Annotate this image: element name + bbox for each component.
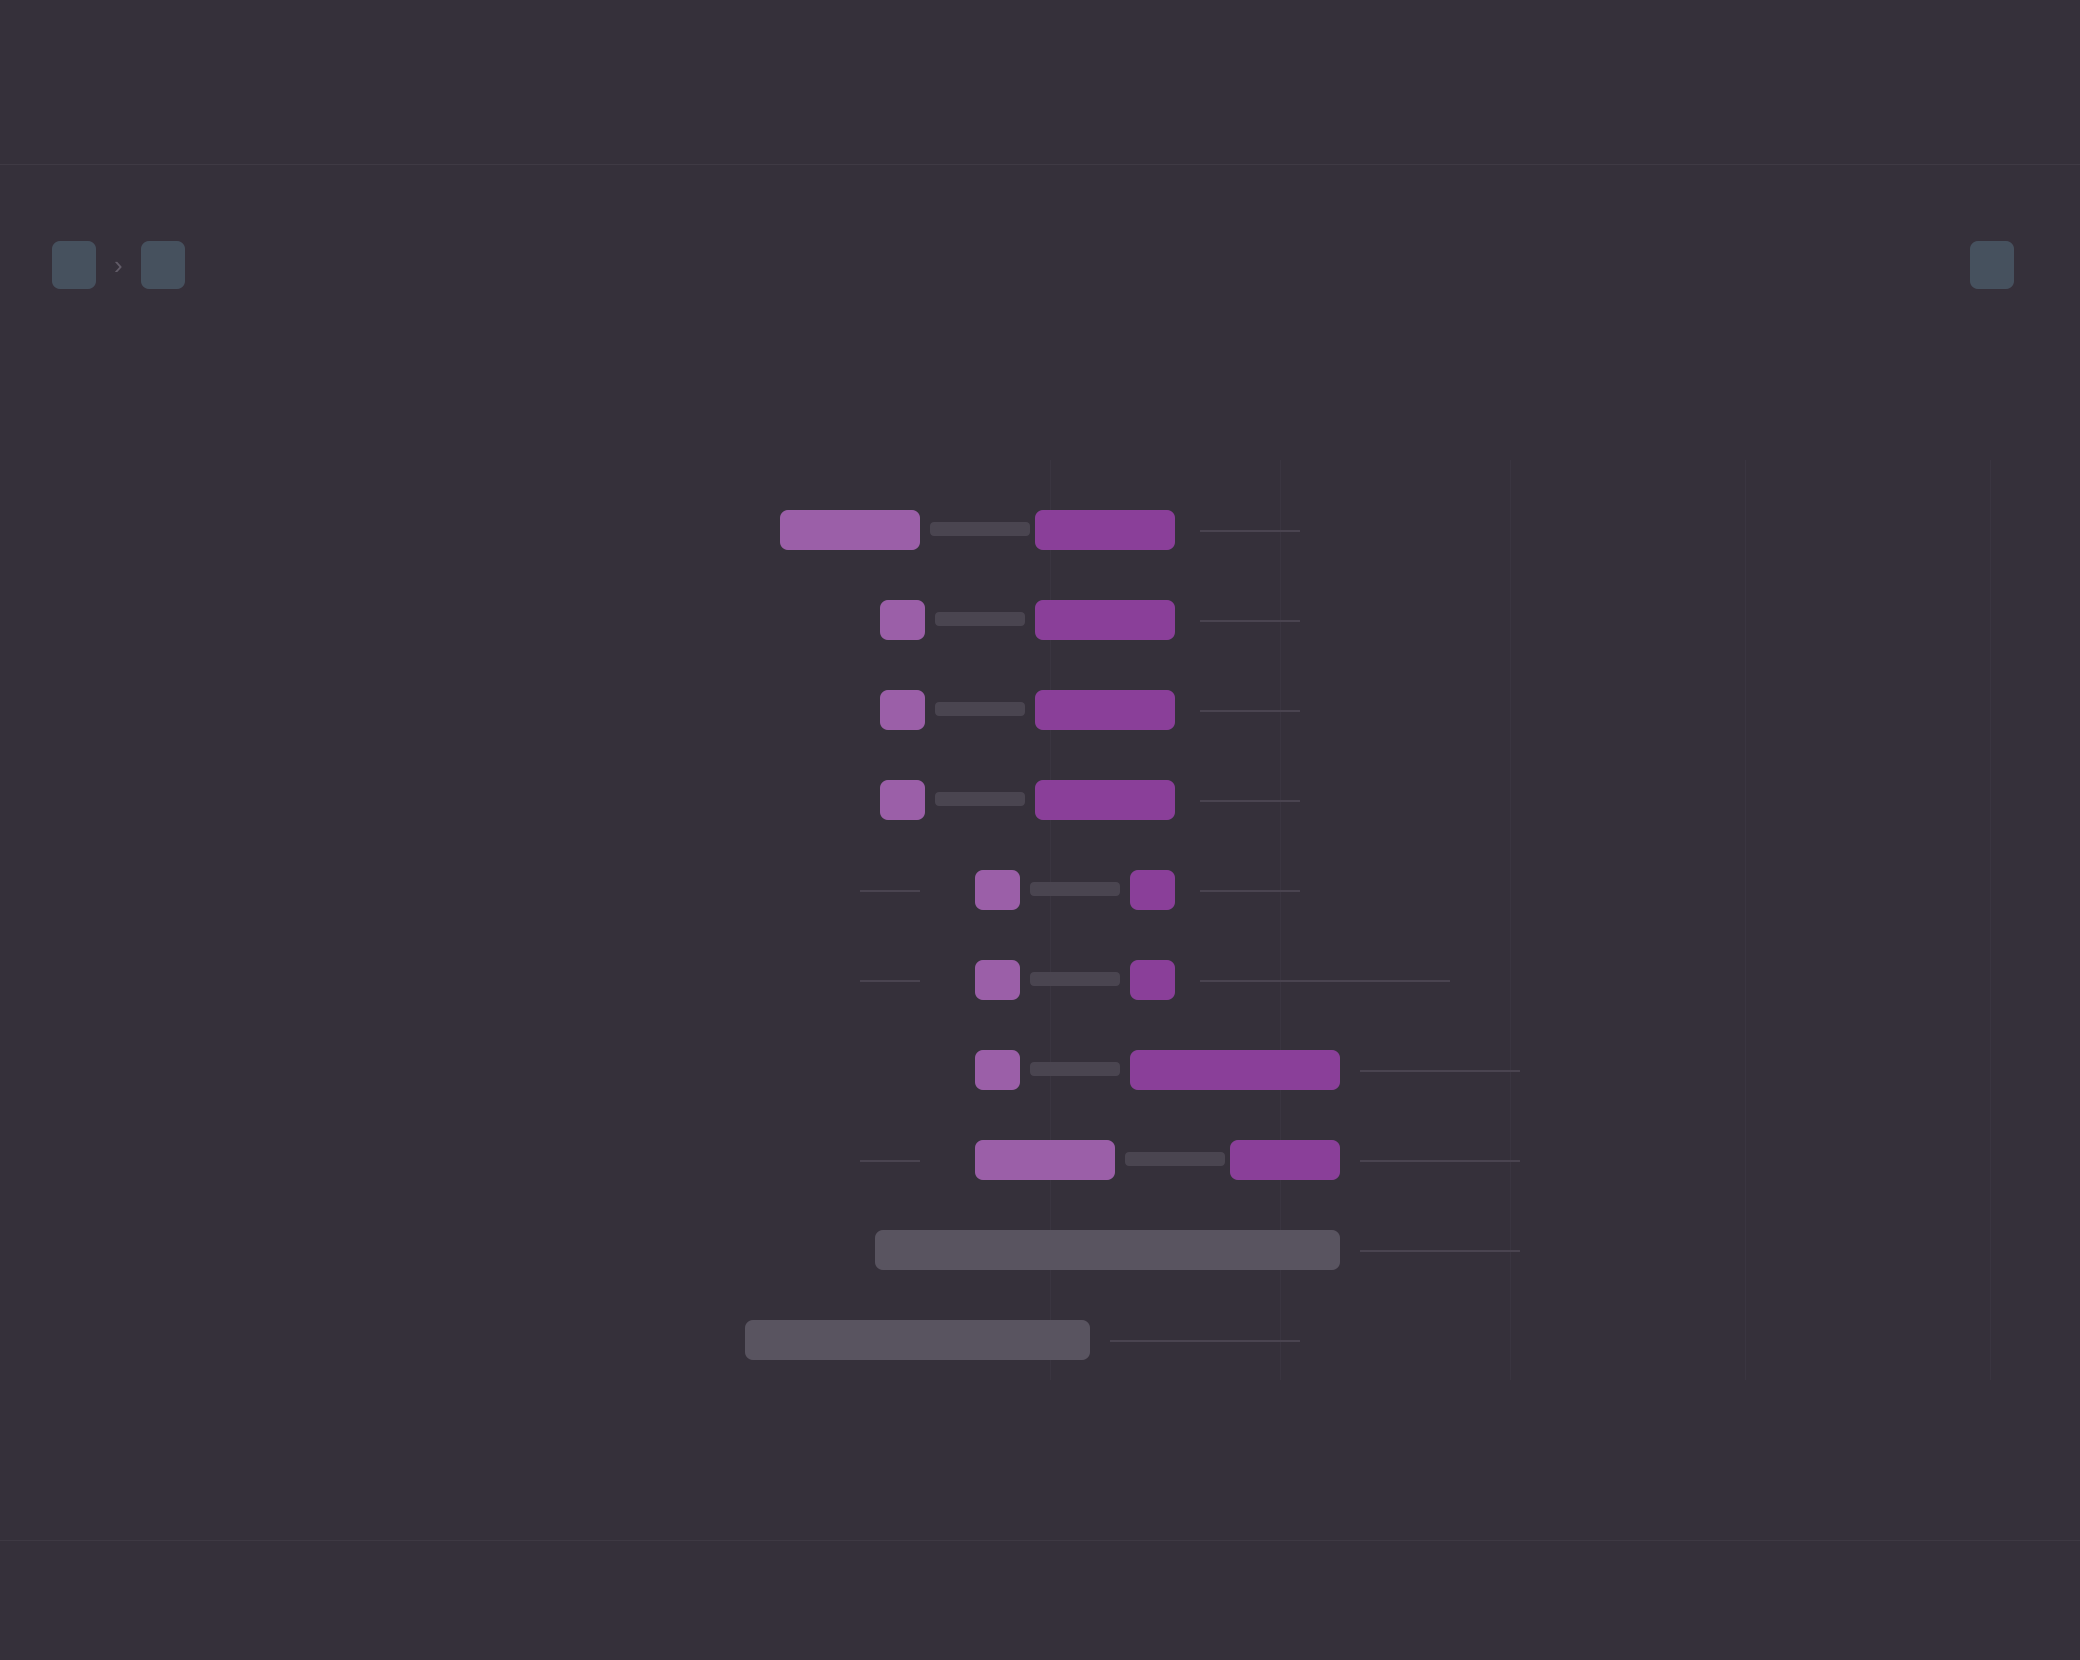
segment-bar[interactable] bbox=[1035, 510, 1175, 550]
segment-gap bbox=[930, 522, 1030, 536]
row-connector bbox=[1200, 890, 1300, 892]
timeline-row[interactable] bbox=[0, 500, 2080, 560]
row-connector bbox=[1110, 1340, 1300, 1342]
segment-bar[interactable] bbox=[875, 1230, 1340, 1270]
segment-gap bbox=[1030, 1062, 1120, 1076]
row-leader bbox=[860, 1160, 920, 1162]
timeline-row[interactable] bbox=[0, 860, 2080, 920]
timeline-row[interactable] bbox=[0, 1040, 2080, 1100]
row-connector bbox=[1360, 1160, 1520, 1162]
row-connector bbox=[1200, 620, 1300, 622]
row-leader bbox=[860, 980, 920, 982]
chevron-right-icon: › bbox=[114, 249, 123, 280]
timeline-row[interactable] bbox=[0, 1130, 2080, 1190]
app-header bbox=[0, 0, 2080, 165]
summary-bar[interactable] bbox=[745, 1320, 1090, 1360]
segment-gap bbox=[1030, 882, 1120, 896]
segment-bar[interactable] bbox=[880, 780, 925, 820]
row-connector bbox=[1200, 980, 1450, 982]
timeline-chart bbox=[0, 400, 2080, 1460]
segment-bar[interactable] bbox=[975, 1140, 1115, 1180]
toolbar: › bbox=[0, 230, 2080, 300]
timeline-row[interactable] bbox=[0, 590, 2080, 650]
segment-bar[interactable] bbox=[1035, 600, 1175, 640]
segment-gap bbox=[1125, 1152, 1225, 1166]
bottom-axis bbox=[0, 1390, 2080, 1426]
segment-bar[interactable] bbox=[1130, 960, 1175, 1000]
secondary-filter-pill[interactable] bbox=[140, 241, 185, 289]
toolbar-right bbox=[1954, 230, 2030, 300]
segment-bar[interactable] bbox=[975, 870, 1020, 910]
primary-filter-pill[interactable] bbox=[52, 241, 96, 289]
timeline-row[interactable] bbox=[0, 1220, 2080, 1280]
segment-bar[interactable] bbox=[880, 690, 925, 730]
segment-gap bbox=[1030, 972, 1120, 986]
timeline-row[interactable] bbox=[0, 680, 2080, 740]
segment-bar[interactable] bbox=[880, 600, 925, 640]
toolbar-left: › bbox=[52, 230, 203, 300]
segment-bar[interactable] bbox=[975, 1050, 1020, 1090]
footer-right bbox=[1990, 1567, 2030, 1623]
view-mode-pill[interactable] bbox=[1970, 241, 2014, 289]
segment-bar[interactable] bbox=[1130, 1050, 1340, 1090]
timeline-row[interactable] bbox=[0, 770, 2080, 830]
segment-bar[interactable] bbox=[1035, 690, 1175, 730]
top-axis bbox=[0, 420, 2080, 456]
row-connector bbox=[1200, 530, 1300, 532]
row-connector bbox=[1200, 800, 1300, 802]
segment-bar[interactable] bbox=[975, 960, 1020, 1000]
segment-gap bbox=[935, 792, 1025, 806]
status-footer bbox=[0, 1540, 2080, 1650]
segment-bar[interactable] bbox=[1230, 1140, 1340, 1180]
footer-left bbox=[42, 1567, 202, 1623]
segment-bar[interactable] bbox=[1130, 870, 1175, 910]
segment-gap bbox=[935, 702, 1025, 716]
row-connector bbox=[1360, 1250, 1520, 1252]
row-connector bbox=[1360, 1070, 1520, 1072]
segment-gap bbox=[935, 612, 1025, 626]
timeline-row[interactable] bbox=[0, 950, 2080, 1010]
segment-bar[interactable] bbox=[1035, 780, 1175, 820]
timeline-row[interactable] bbox=[0, 1310, 2080, 1370]
row-leader bbox=[860, 890, 920, 892]
segment-bar[interactable] bbox=[780, 510, 920, 550]
row-connector bbox=[1200, 710, 1300, 712]
